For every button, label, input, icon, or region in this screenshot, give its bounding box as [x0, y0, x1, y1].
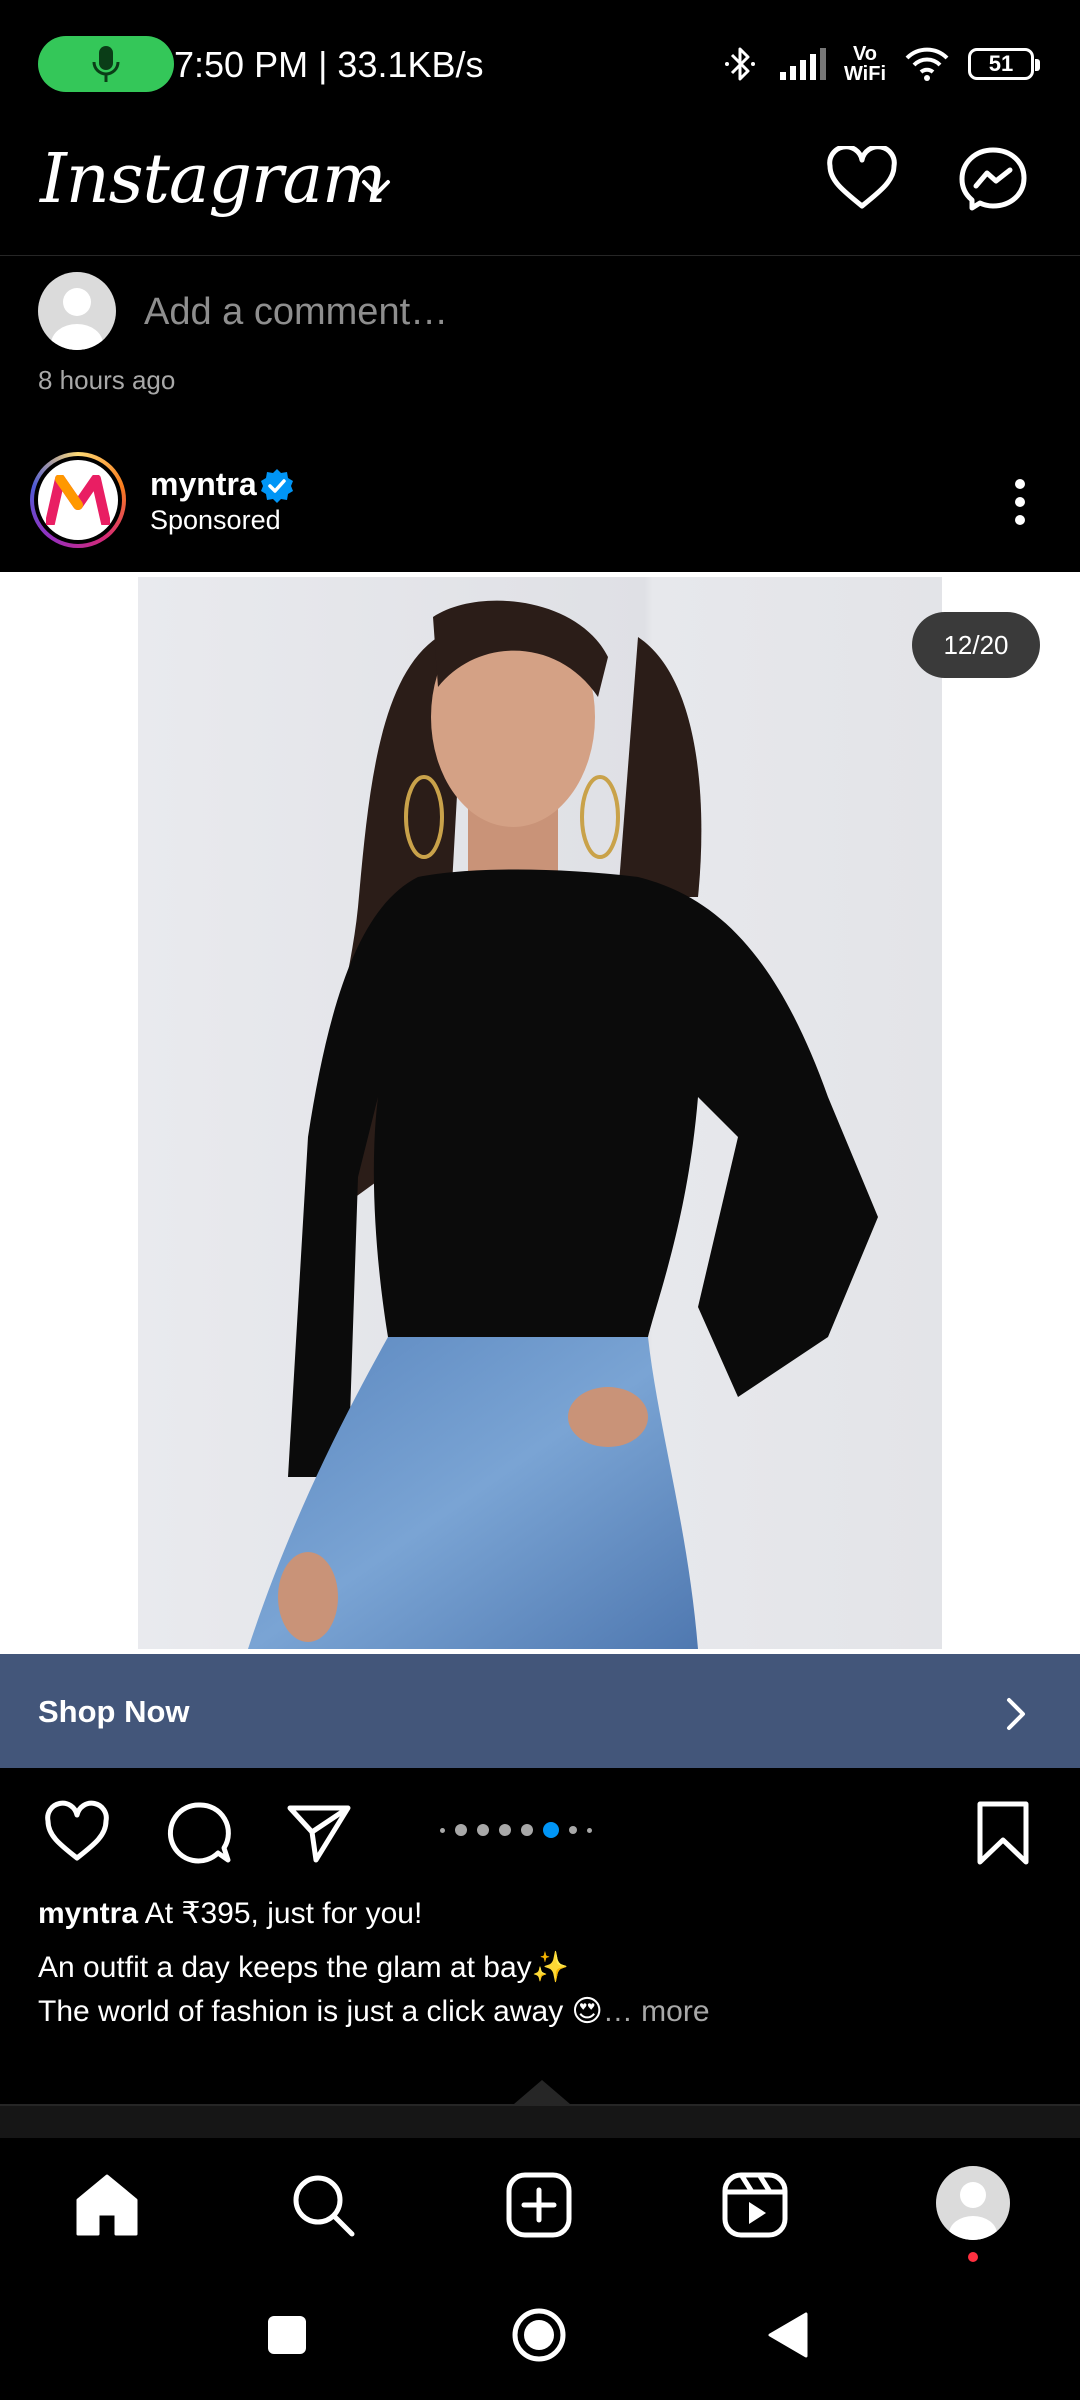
user-avatar[interactable]: [38, 272, 116, 350]
back-triangle-icon[interactable]: [754, 2300, 824, 2370]
scroll-caret: [514, 2080, 570, 2104]
notification-dot: [968, 2252, 978, 2262]
status-bar: 7:50 PM | 33.1KB/s Vo WiFi 51: [0, 0, 1080, 130]
chevron-down-icon[interactable]: [356, 168, 396, 208]
carousel-counter: 12/20: [912, 612, 1040, 678]
signal-icon: [779, 48, 826, 80]
sponsored-label: Sponsored: [150, 505, 281, 535]
create-post-icon[interactable]: [504, 2170, 574, 2240]
status-icons: Vo WiFi 51: [720, 36, 1040, 92]
status-time-speed: 7:50 PM | 33.1KB/s: [174, 44, 484, 85]
carousel-dot: [587, 1827, 592, 1833]
more-options-icon[interactable]: [1000, 474, 1040, 530]
caption-more-link[interactable]: … more: [603, 1995, 710, 2028]
caption-line-2: The world of fashion is just a click awa…: [38, 1990, 710, 2034]
carousel-dot: [455, 1824, 467, 1836]
post-timestamp: 8 hours ago: [38, 365, 176, 395]
caption-headline-text: At ₹395, just for you!: [144, 1897, 423, 1930]
carousel-dot: [569, 1826, 577, 1834]
profile-placeholder-icon: [949, 2182, 997, 2240]
wifi-icon: [905, 47, 949, 81]
like-heart-icon[interactable]: [44, 1800, 110, 1866]
instagram-logo[interactable]: Instagram: [40, 132, 386, 228]
myntra-logo-icon: [46, 475, 110, 525]
carousel-dot: [477, 1824, 489, 1836]
product-photo: [138, 577, 942, 1649]
save-bookmark-icon[interactable]: [970, 1800, 1036, 1866]
myntra-avatar[interactable]: [30, 452, 126, 548]
post-media[interactable]: 12/20: [0, 572, 1080, 1654]
feed-divider: [0, 2104, 1080, 2140]
avatar-placeholder-icon: [51, 288, 103, 350]
caption-headline: myntra At ₹395, just for you!: [38, 1892, 422, 1936]
comment-input[interactable]: Add a comment…: [144, 284, 448, 340]
carousel-dot: [499, 1824, 511, 1836]
bluetooth-icon: [724, 47, 755, 81]
carousel-dot: [521, 1824, 533, 1836]
comment-bubble-icon[interactable]: [166, 1800, 232, 1866]
mic-indicator[interactable]: [38, 36, 174, 92]
carousel-dot: [543, 1822, 559, 1838]
shop-now-label[interactable]: Shop Now: [38, 1690, 190, 1734]
reels-icon[interactable]: [720, 2170, 790, 2240]
home-icon[interactable]: [72, 2170, 142, 2240]
battery-icon: 51: [968, 48, 1040, 80]
carousel-dots: [440, 1820, 592, 1840]
messenger-icon[interactable]: [958, 146, 1028, 212]
activity-heart-icon[interactable]: [826, 146, 898, 212]
caption-username[interactable]: myntra: [38, 1897, 138, 1930]
profile-avatar[interactable]: [936, 2166, 1010, 2240]
microphone-icon: [92, 46, 120, 82]
share-send-icon[interactable]: [286, 1800, 352, 1866]
search-icon[interactable]: [288, 2170, 358, 2240]
carousel-dot: [440, 1827, 445, 1833]
home-circle-icon[interactable]: [504, 2300, 574, 2370]
caption-line-2-text: The world of fashion is just a click awa…: [38, 1995, 603, 2028]
recents-square-icon[interactable]: [252, 2300, 322, 2370]
caption-line-1: An outfit a day keeps the glam at bay✨: [38, 1951, 569, 1984]
chevron-right-icon[interactable]: [996, 1694, 1036, 1734]
vowifi-indicator: Vo WiFi: [843, 43, 886, 85]
